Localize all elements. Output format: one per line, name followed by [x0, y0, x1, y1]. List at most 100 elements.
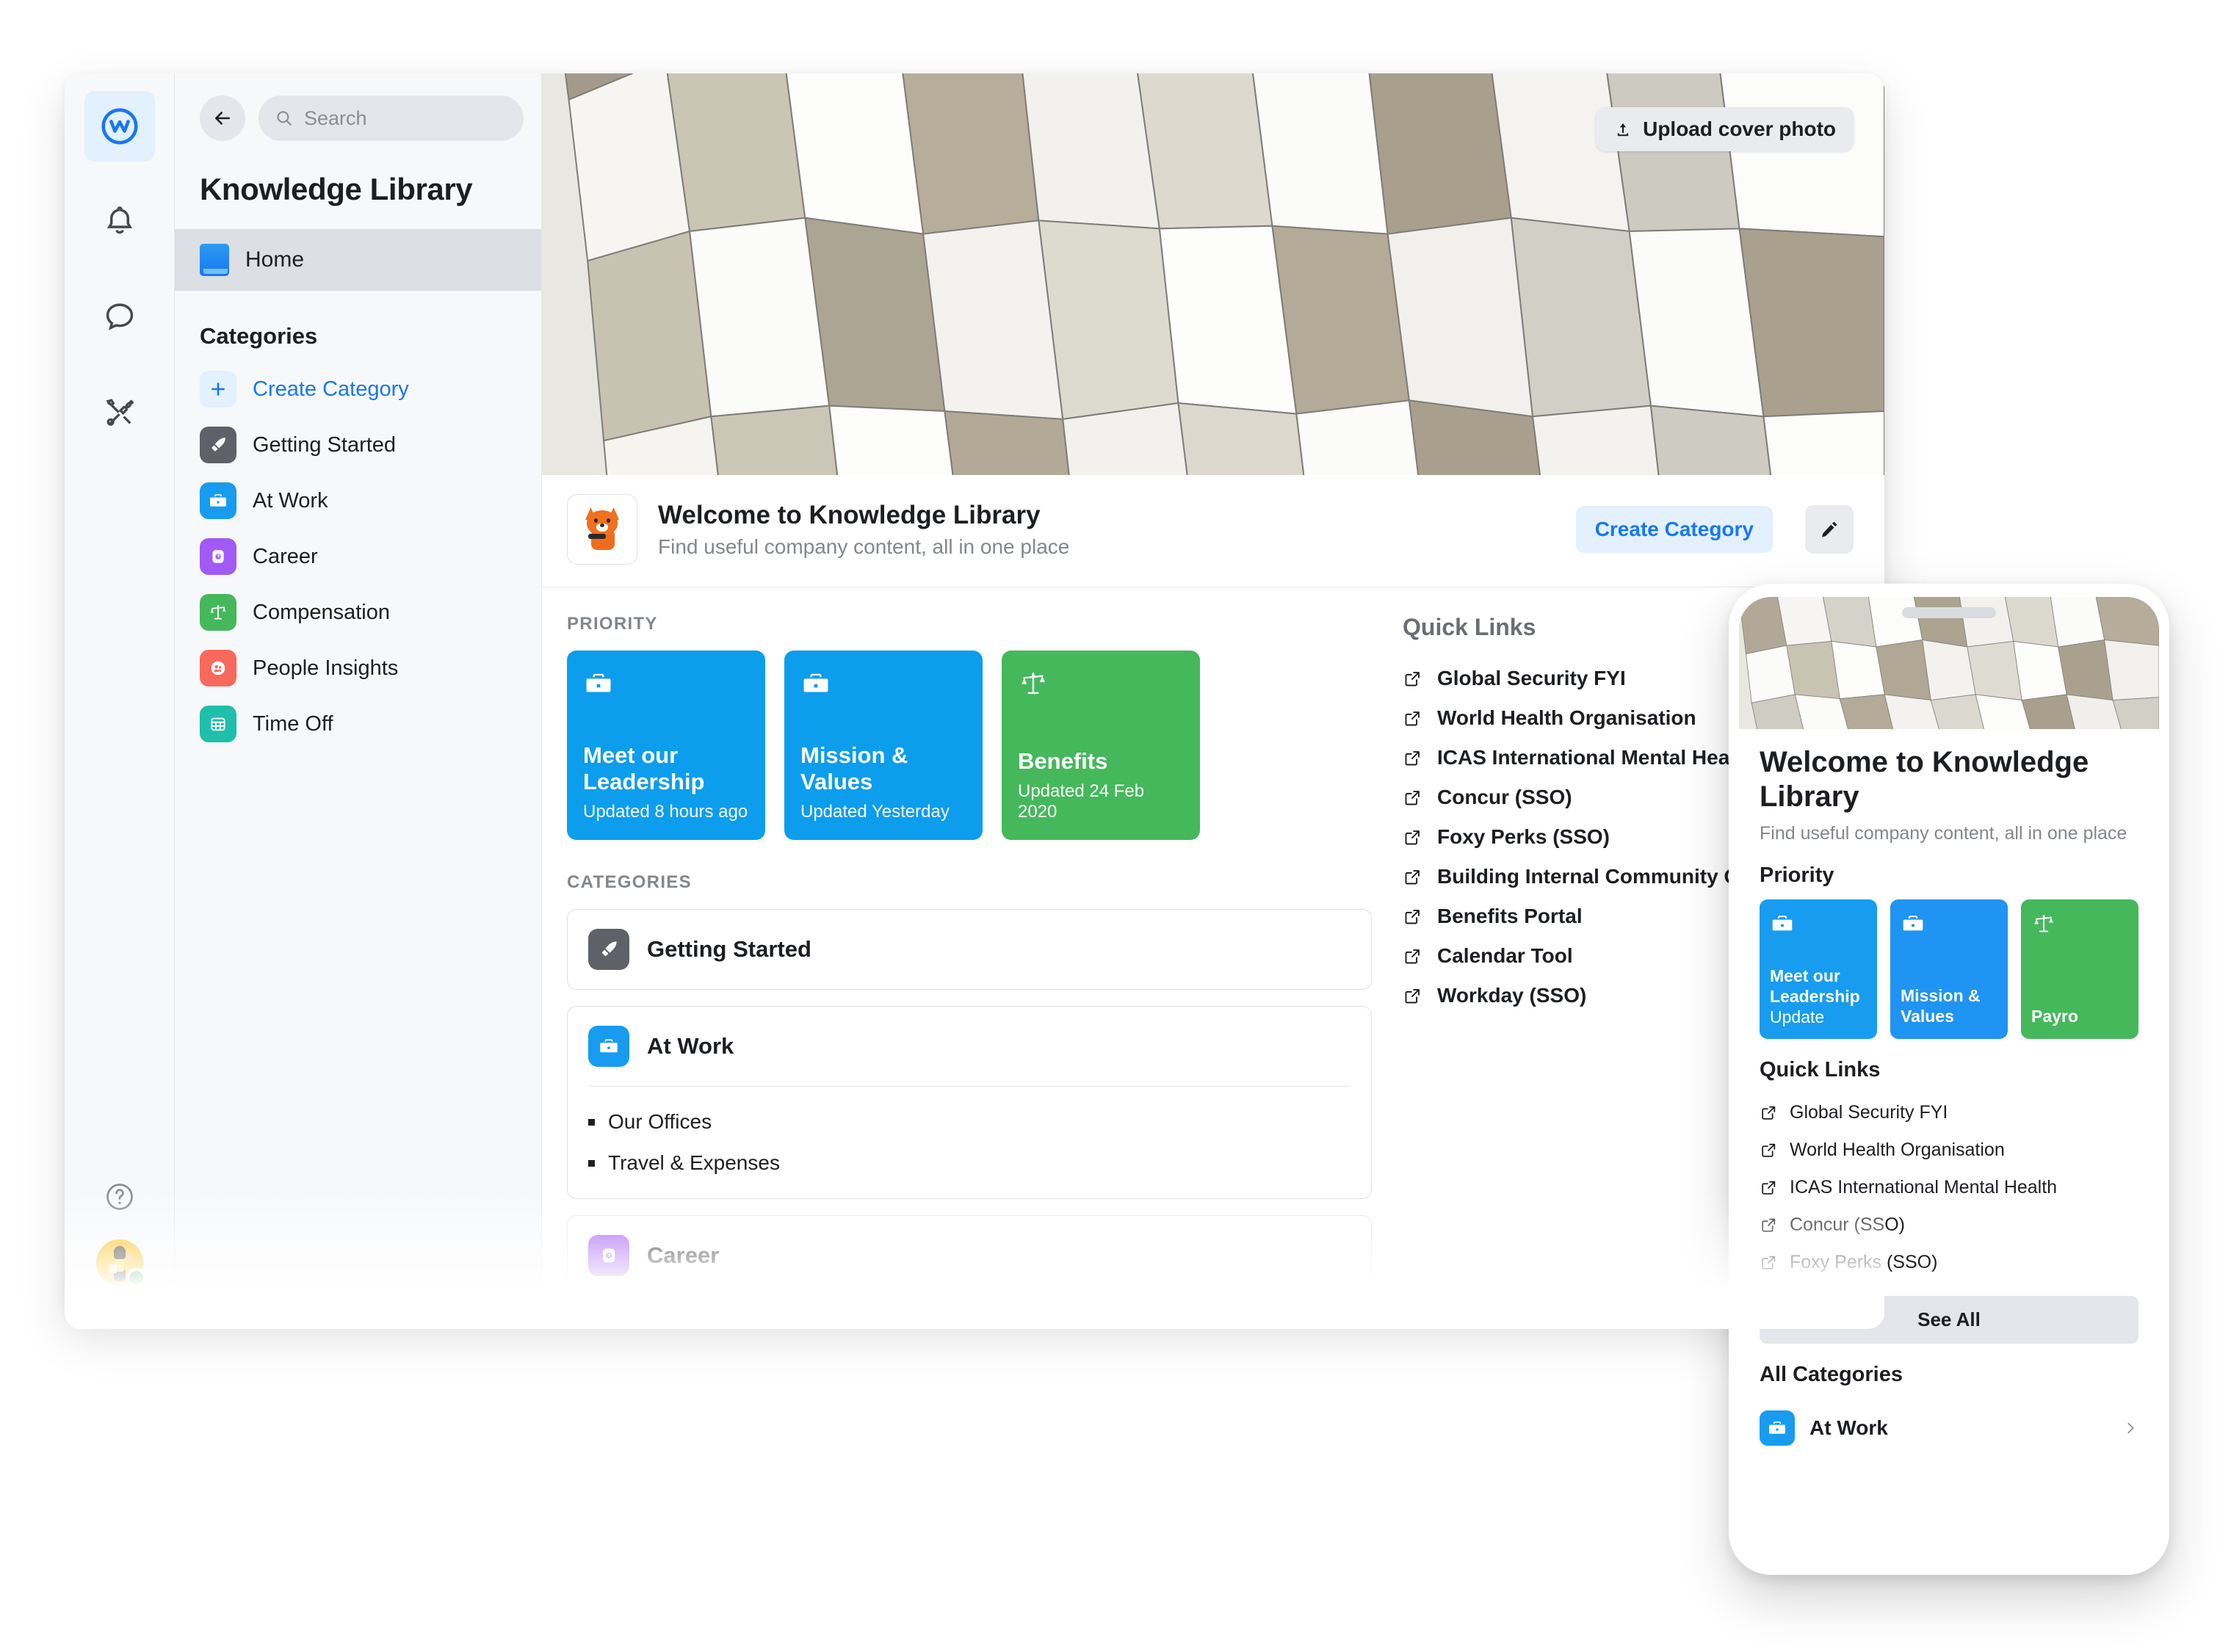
sidebar-item-career[interactable]: Career: [175, 529, 541, 584]
external-link-icon: [1405, 988, 1420, 1003]
category-card-at-work[interactable]: At Work Our Offices Travel & Expenses: [567, 1006, 1372, 1199]
categories-section-label: CATEGORIES: [567, 872, 692, 892]
category-card-title: Getting Started: [647, 936, 811, 962]
priority-section-label: PRIORITY: [567, 614, 658, 634]
quick-link-label: Global Security FYI: [1437, 667, 1626, 689]
rail-item-tools[interactable]: [84, 377, 155, 448]
bullet-icon: [588, 1118, 595, 1126]
create-category-sidebar-button[interactable]: Create Category: [175, 361, 541, 417]
calendar-icon-chip: [200, 706, 236, 742]
briefcase-icon: [1772, 915, 1793, 930]
main-content: Upload cover photo Welcome to Knowledge …: [542, 73, 1884, 1317]
category-sub-item[interactable]: My Career: [588, 1311, 1351, 1317]
sidebar-item-label: Getting Started: [253, 432, 397, 457]
rail-item-chat[interactable]: [84, 282, 155, 352]
see-all-button[interactable]: See All: [1760, 1295, 2138, 1344]
external-link-icon: [1405, 671, 1420, 686]
sidebar-item-compensation[interactable]: Compensation: [175, 584, 541, 640]
id-badge-icon: [588, 1235, 629, 1276]
avatar[interactable]: [95, 1239, 146, 1288]
briefcase-icon: [210, 494, 226, 507]
external-link-icon: [1405, 711, 1420, 725]
upload-cover-photo-button[interactable]: Upload cover photo: [1596, 107, 1854, 151]
category-card-getting-started[interactable]: Getting Started: [567, 909, 1372, 990]
back-button[interactable]: [200, 95, 245, 141]
sidebar-item-at-work[interactable]: At Work: [175, 473, 541, 529]
category-card-title: At Work: [647, 1033, 734, 1059]
sidebar-item-label: Home: [245, 247, 305, 272]
phone-quick-link-item[interactable]: Foxy Perks (SSO): [1760, 1244, 2138, 1281]
category-card-title: Career: [647, 1242, 720, 1268]
phone-priority-tiles: Meet our Leadership Update Mission & Val…: [1760, 899, 2138, 1039]
sidebar-categories-header: Categories: [200, 323, 318, 349]
book-icon: [200, 244, 229, 276]
content-columns: PRIORITY Meet our Leadership Updated 8 h…: [542, 587, 1884, 1317]
phone-quick-link-label: Foxy Perks (SSO): [1790, 1251, 1938, 1272]
phone-priority-tile-mission-and-values[interactable]: Mission & Values: [1890, 899, 2008, 1039]
rocket-icon: [588, 929, 629, 970]
search-placeholder: Search: [304, 106, 367, 129]
rail-item-home[interactable]: [84, 91, 155, 162]
phone-priority-label: Priority: [1760, 863, 1834, 887]
create-category-button[interactable]: Create Category: [1575, 506, 1773, 553]
phone-quick-link-item[interactable]: ICAS International Mental Health: [1760, 1169, 2138, 1206]
phone-cover-photo: [1739, 597, 2159, 729]
phone-quick-link-label: Global Security FYI: [1790, 1101, 1948, 1123]
external-link-icon: [1405, 949, 1420, 963]
scales-icon-chip: [200, 594, 236, 631]
priority-tile-mission-and-values[interactable]: Mission & Values Updated Yesterday: [784, 651, 983, 840]
sidebar-item-people-insights[interactable]: People Insights: [175, 640, 541, 696]
create-category-label: Create Category: [253, 377, 409, 401]
priority-tile-benefits[interactable]: Benefits Updated 24 Feb 2020: [1002, 651, 1200, 840]
edit-button[interactable]: [1805, 505, 1854, 554]
phone-priority-tile-payroll[interactable]: Payro: [2021, 899, 2138, 1039]
phone-quick-link-item[interactable]: Global Security FYI: [1760, 1094, 2138, 1131]
briefcase-icon: [583, 668, 749, 699]
rail-item-notifications[interactable]: [84, 186, 155, 257]
rail-bottom-group: [65, 1181, 174, 1288]
phone-mockup: Welcome to Knowledge Library Find useful…: [1729, 584, 2169, 1575]
left-column: PRIORITY Meet our Leadership Updated 8 h…: [542, 587, 1372, 1317]
sidebar-item-getting-started[interactable]: Getting Started: [175, 417, 541, 473]
priority-tiles: Meet our Leadership Updated 8 hours ago …: [567, 651, 1372, 840]
external-link-icon: [1762, 1106, 1776, 1120]
category-sub-item[interactable]: Travel & Expenses: [588, 1142, 1351, 1184]
bell-icon: [106, 206, 132, 234]
sidebar-item-label: Career: [253, 544, 318, 568]
phone-priority-tile-title: Meet our Leadership: [1770, 966, 1860, 1006]
phone-category-row-at-work[interactable]: At Work: [1760, 1399, 2138, 1457]
chevron-right-icon: [2127, 1422, 2134, 1433]
phone-priority-tile-meet-our-leadership[interactable]: Meet our Leadership Update: [1760, 899, 1877, 1039]
page-title: Knowledge Library: [200, 172, 473, 206]
priority-tile-meet-our-leadership[interactable]: Meet our Leadership Updated 8 hours ago: [567, 651, 765, 840]
divider: [588, 1086, 1351, 1087]
fox-avatar-icon: [567, 494, 637, 565]
scales-icon: [210, 605, 226, 620]
phone-speaker-notch: [1902, 607, 1996, 618]
phone-quick-link-item[interactable]: Concur (SSO): [1760, 1206, 2138, 1244]
phone-quick-link-label: World Health Organisation: [1790, 1139, 2005, 1160]
search-input[interactable]: Search: [258, 95, 524, 141]
briefcase-icon: [800, 668, 966, 699]
category-card-career[interactable]: Career My Career Internal Mobility: [567, 1215, 1372, 1317]
sidebar: Search Knowledge Library Home Categories…: [175, 73, 542, 1317]
quick-link-label: Benefits Portal: [1437, 905, 1583, 927]
sidebar-top-bar: Search: [175, 73, 541, 141]
sidebar-item-time-off[interactable]: Time Off: [175, 696, 541, 752]
bullet-icon: [588, 1159, 595, 1167]
phone-quick-link-item[interactable]: World Health Organisation: [1760, 1131, 2138, 1169]
priority-tile-title: Meet our Leadership: [583, 742, 705, 795]
phone-body: Welcome to Knowledge Library Find useful…: [1739, 729, 2159, 1457]
category-sub-item[interactable]: Our Offices: [588, 1101, 1351, 1142]
plus-icon-chip: [200, 371, 236, 407]
scales-icon: [2034, 914, 2053, 932]
chat-bubble-icon: [106, 303, 133, 330]
back-arrow-icon: [215, 112, 230, 125]
sidebar-item-home[interactable]: Home: [175, 229, 541, 291]
phone-quick-links-label: Quick Links: [1760, 1057, 1881, 1082]
phone-quick-link-label: ICAS International Mental Health: [1790, 1176, 2058, 1198]
app-rail: [65, 73, 175, 1317]
help-circle-icon[interactable]: [104, 1181, 136, 1213]
external-link-icon: [1762, 1218, 1776, 1232]
category-sub-item-label: Travel & Expenses: [608, 1151, 780, 1174]
